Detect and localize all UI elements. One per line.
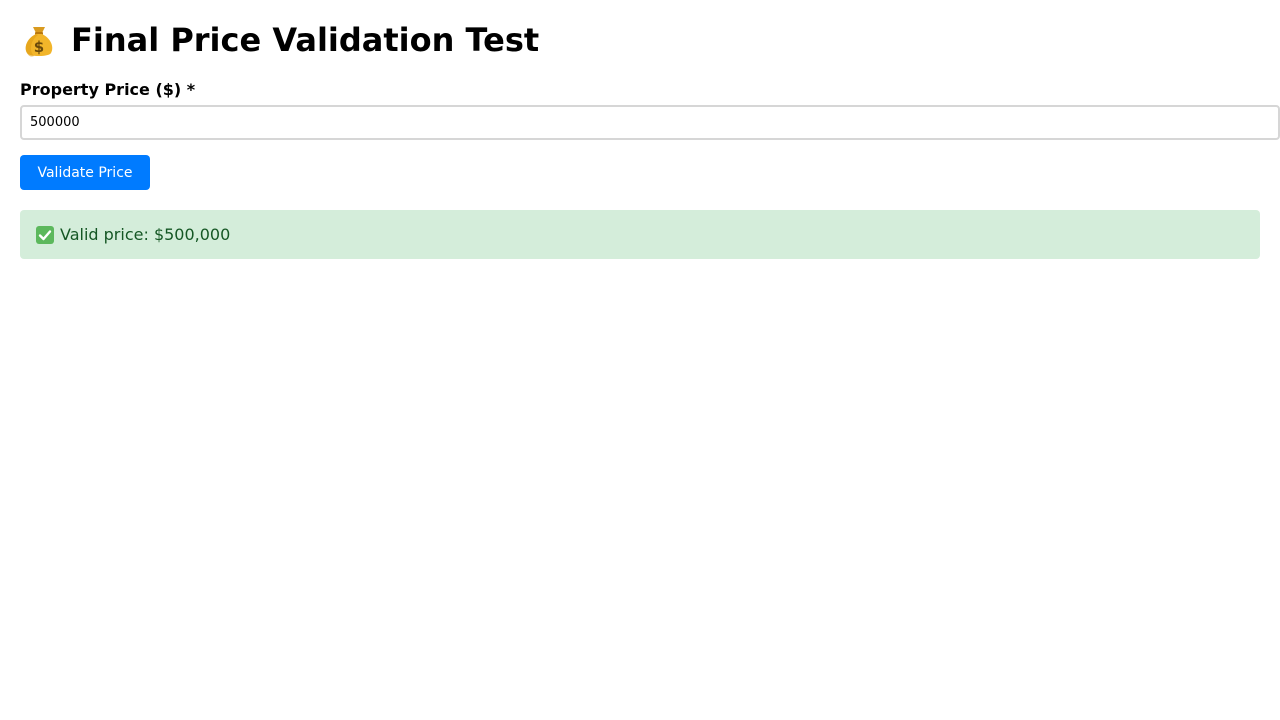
page: $ Final Price Validation Test Property P… bbox=[0, 0, 1280, 720]
page-title-text: Final Price Validation Test bbox=[71, 21, 540, 59]
money-bag-icon: $ bbox=[20, 21, 58, 59]
page-title: $ Final Price Validation Test bbox=[20, 18, 539, 62]
validation-result-message: Valid price: $500,000 bbox=[60, 225, 231, 244]
property-price-label: Property Price ($) * bbox=[20, 80, 196, 99]
check-mark-icon bbox=[35, 225, 55, 245]
validation-result-banner: Valid price: $500,000 bbox=[20, 210, 1260, 259]
property-price-input[interactable] bbox=[20, 105, 1280, 140]
svg-text:$: $ bbox=[34, 38, 44, 56]
validate-price-button[interactable]: Validate Price bbox=[20, 155, 150, 190]
